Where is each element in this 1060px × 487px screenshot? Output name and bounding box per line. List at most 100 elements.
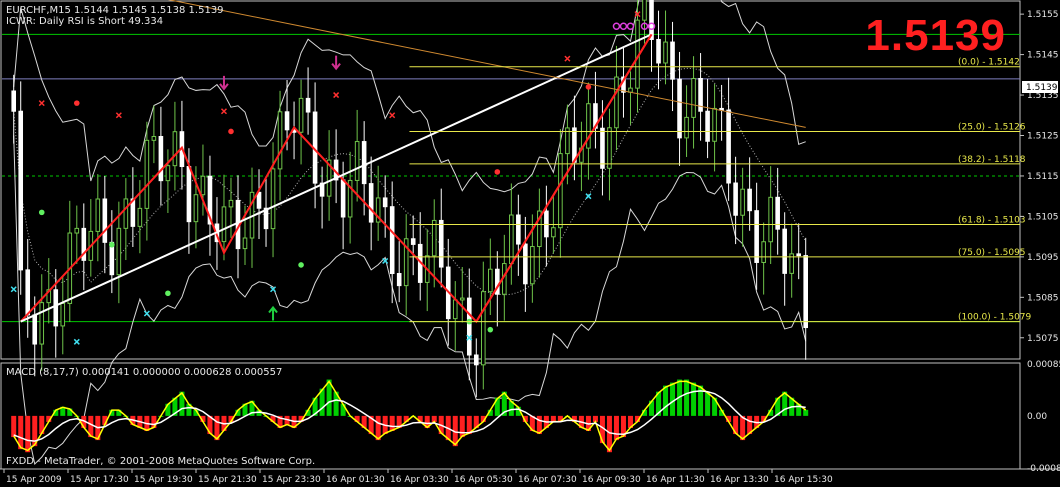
- candle-body: [60, 302, 66, 327]
- big-price-display: 1.5139: [865, 11, 1006, 60]
- candle-body: [452, 299, 458, 320]
- candles: [11, 0, 809, 398]
- signal-cross-marker: [10, 286, 17, 293]
- rsi-header: ICWR: Daily RSI is Short 49.334: [6, 16, 164, 27]
- signal-dot-marker: [494, 169, 501, 175]
- signal-dot-marker: [165, 290, 171, 297]
- signal-cross-marker: [220, 108, 228, 115]
- candle-body: [740, 188, 745, 216]
- macd-histogram-bar: [705, 391, 711, 416]
- candle-body: [607, 127, 612, 169]
- time-tick-label: 15 Apr 23:30: [262, 475, 321, 485]
- price-tick-label: 1.5145: [1027, 51, 1059, 61]
- candle-body: [663, 41, 668, 64]
- candle-body: [558, 153, 563, 229]
- candle-body: [389, 206, 395, 275]
- macd-histogram-bar: [670, 382, 676, 416]
- candle-body: [116, 227, 122, 276]
- candle-body: [614, 76, 619, 129]
- candle-body: [123, 198, 129, 229]
- price-axis: 1.51551.51451.51351.51251.51151.51051.50…: [1020, 10, 1059, 344]
- candle-body: [677, 78, 682, 139]
- pivot-circle-marker: [626, 22, 635, 31]
- candle-body: [691, 77, 696, 118]
- macd-histogram-bar: [459, 415, 465, 438]
- candle-body: [438, 219, 444, 268]
- candle-body: [11, 90, 17, 112]
- macd-tick-label: -0.000861: [1027, 464, 1060, 474]
- copyright-text: FXDD - MetaTrader, © 2001-2008 MetaQuote…: [6, 456, 316, 467]
- candle-body: [354, 141, 360, 181]
- price-chart[interactable]: (0.0) - 1.5142(25.0) - 1.5126(38.2) - 1.…: [0, 0, 1060, 487]
- signal-dot-marker: [38, 209, 45, 216]
- candle-body: [712, 107, 717, 142]
- candle-body: [459, 297, 465, 301]
- candle-body: [600, 127, 605, 169]
- candle-body: [270, 168, 276, 230]
- macd-tick-label: 0.000857: [1027, 360, 1060, 370]
- candle-body: [151, 136, 157, 141]
- time-tick-label: 16 Apr 11:30: [646, 475, 705, 485]
- signal-cross-marker: [564, 55, 571, 62]
- price-tick-label: 1.5095: [1027, 253, 1059, 263]
- time-tick-label: 15 Apr 21:30: [198, 475, 257, 485]
- fib-level-label: (25.0) - 1.5126: [958, 122, 1026, 132]
- time-tick-label: 16 Apr 05:30: [454, 475, 513, 485]
- candle-body: [144, 139, 150, 209]
- macd-histogram-bar: [684, 379, 690, 416]
- time-tick-label: 16 Apr 01:30: [326, 475, 385, 485]
- candle-body: [544, 210, 549, 238]
- candle-body: [340, 179, 346, 218]
- candle-body: [256, 191, 262, 209]
- time-tick-label: 15 Apr 17:30: [70, 475, 129, 485]
- signal-cross-marker: [73, 338, 80, 345]
- candle-body: [684, 116, 689, 139]
- signal-cross-marker: [115, 112, 122, 119]
- candle-body: [656, 38, 661, 64]
- fib-level-label: (75.0) - 1.5095: [958, 248, 1026, 258]
- candle-body: [39, 302, 45, 345]
- time-tick-label: 16 Apr 07:30: [518, 475, 577, 485]
- candle-body: [410, 238, 416, 245]
- macd-histogram-bar: [691, 382, 697, 416]
- macd-histogram-bar: [740, 415, 746, 441]
- fib-level-label: (100.0) - 1.5079: [958, 313, 1032, 323]
- candle-body: [431, 219, 437, 257]
- candle-body: [165, 165, 171, 182]
- candle-body: [396, 273, 402, 287]
- macd-tick-label: 0.00: [1027, 412, 1047, 422]
- candle-body: [228, 199, 234, 208]
- candle-body: [705, 110, 710, 142]
- macd-histogram-bar: [25, 415, 31, 453]
- pivot-circle-marker: [619, 22, 628, 31]
- candle-body: [782, 228, 787, 274]
- candle-body: [186, 166, 192, 223]
- candle-body: [523, 243, 528, 285]
- macd-label: MACD (8,17,7) 0.000141 0.000000 0.000628…: [6, 367, 283, 378]
- candle-body: [530, 246, 535, 285]
- candle-body: [803, 255, 809, 329]
- signal-markers: [10, 11, 656, 345]
- macd-histogram-bar: [11, 415, 17, 438]
- candle-body: [53, 289, 59, 327]
- candle-body: [137, 207, 143, 227]
- fib-level-label: (61.8) - 1.5103: [958, 216, 1026, 226]
- signal-cross-marker: [38, 100, 45, 107]
- candle-body: [382, 197, 388, 208]
- signal-dot-marker: [73, 100, 80, 106]
- candle-body: [733, 182, 738, 216]
- candle-body: [242, 237, 248, 250]
- candle-body: [158, 136, 164, 182]
- time-tick-label: 16 Apr 03:30: [390, 475, 449, 485]
- candle-body: [305, 97, 311, 113]
- time-axis: 15 Apr 2009 15 Apr 17:30 15 Apr 19:30 15 Ap…: [3, 469, 833, 485]
- price-tick-label: 1.5105: [1027, 212, 1059, 222]
- candle-body: [172, 131, 178, 167]
- candle-body: [509, 214, 514, 265]
- candle-body: [368, 183, 374, 223]
- candle-body: [480, 291, 486, 366]
- time-tick-label: 16 Apr 13:30: [710, 475, 769, 485]
- candle-body: [466, 297, 472, 356]
- time-tick-label: 15 Apr 2009: [6, 475, 62, 485]
- candle-body: [200, 175, 206, 196]
